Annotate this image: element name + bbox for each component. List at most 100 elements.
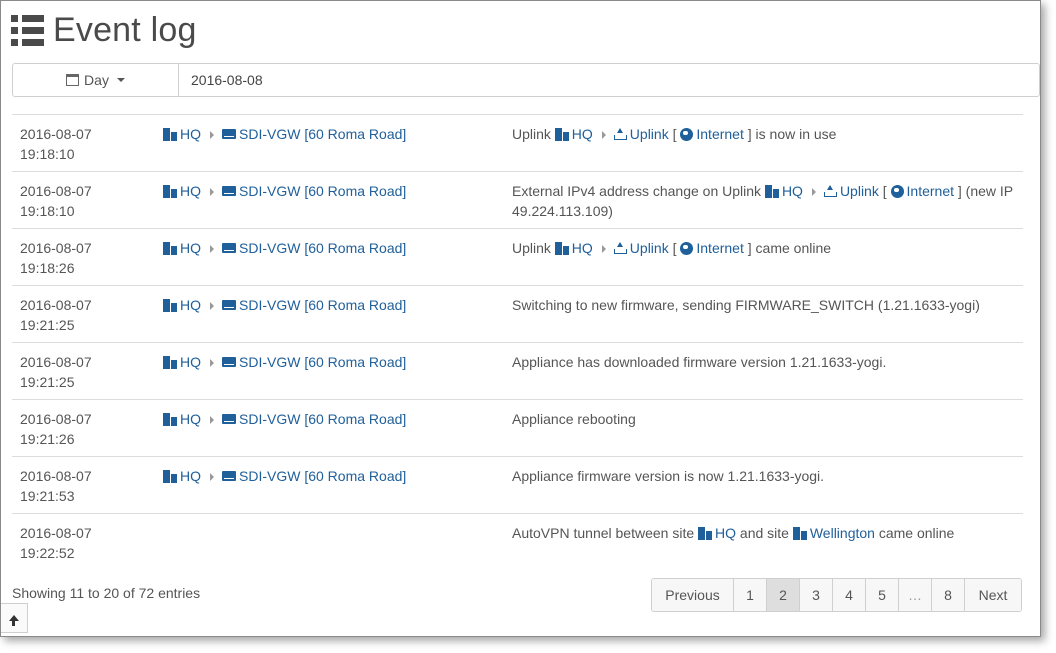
event-description: AutoVPN tunnel between site HQ and site … [512, 523, 1017, 543]
site-link[interactable]: Wellington [792, 525, 875, 541]
event-text: came online [874, 525, 955, 541]
building-icon [764, 185, 779, 198]
device-name: SDI-VGW [60 Roma Road] [239, 411, 407, 427]
event-date: 2016-08-07 [20, 240, 92, 256]
device-link[interactable]: SDI-VGW [60 Roma Road] [222, 468, 406, 484]
event-date: 2016-08-07 [20, 183, 92, 199]
building-icon [554, 128, 569, 141]
event-text: ] is now in use [743, 126, 837, 142]
caret-down-icon [116, 78, 125, 82]
site-link[interactable]: HQ [163, 240, 201, 256]
event-date: 2016-08-07 [20, 354, 92, 370]
site-link[interactable]: HQ [163, 297, 201, 313]
network-label: Internet [906, 183, 954, 199]
event-description: Switching to new firmware, sending FIRMW… [512, 295, 1017, 315]
chevron-right-icon [601, 130, 606, 139]
event-text: Appliance firmware version is now 1.21.1… [512, 468, 825, 484]
device-link[interactable]: SDI-VGW [60 Roma Road] [222, 126, 406, 142]
network-label: Internet [696, 240, 744, 256]
building-icon [163, 185, 177, 198]
event-source: HQ SDI-VGW [60 Roma Road] [163, 181, 406, 201]
event-timestamp: 2016-08-07 19:21:53 [20, 466, 92, 506]
event-text: Uplink [512, 126, 555, 142]
building-icon [163, 413, 177, 426]
page-button-4[interactable]: 4 [833, 579, 866, 611]
page-button-1[interactable]: 1 [734, 579, 767, 611]
site-link[interactable]: HQ [698, 525, 736, 541]
event-time: 19:18:10 [20, 146, 75, 162]
event-date: 2016-08-07 [20, 411, 92, 427]
site-link[interactable]: HQ [163, 354, 201, 370]
site-link[interactable]: HQ [554, 240, 593, 256]
pagination-ellipsis: … [899, 579, 932, 611]
device-name: SDI-VGW [60 Roma Road] [239, 354, 407, 370]
site-name: Wellington [809, 525, 875, 541]
uplink-link[interactable]: Uplink [823, 183, 879, 199]
page-button-2[interactable]: 2 [767, 579, 800, 611]
device-link[interactable]: SDI-VGW [60 Roma Road] [222, 183, 406, 199]
appliance-icon [222, 186, 236, 196]
page-button-5[interactable]: 5 [866, 579, 899, 611]
event-text: [ [878, 183, 891, 199]
event-time: 19:18:10 [20, 203, 75, 219]
network-label: Internet [696, 126, 744, 142]
site-link[interactable]: HQ [163, 183, 201, 199]
upload-icon [823, 185, 837, 197]
appliance-icon [222, 414, 236, 424]
event-time: 19:18:26 [20, 260, 75, 276]
event-description: Uplink HQ Uplink [ Internet ] came online [512, 238, 1017, 258]
site-name: HQ [180, 468, 201, 484]
network-link[interactable]: Internet [890, 183, 954, 199]
page-button-3[interactable]: 3 [800, 579, 833, 611]
previous-page-button[interactable]: Previous [652, 579, 734, 611]
appliance-icon [222, 357, 236, 367]
pagination: Previous 1 2 3 4 5… 8 Next [651, 578, 1022, 612]
device-link[interactable]: SDI-VGW [60 Roma Road] [222, 354, 406, 370]
event-time: 19:21:26 [20, 431, 75, 447]
event-timestamp: 2016-08-07 19:18:10 [20, 124, 92, 164]
globe-icon [680, 242, 694, 255]
table-row: 2016-08-07 19:21:25 HQ SDI-VGW [60 Roma Roa… [12, 343, 1023, 400]
next-page-button[interactable]: Next [965, 579, 1021, 611]
event-description: Appliance has downloaded firmware versio… [512, 352, 1017, 372]
page-button-8[interactable]: 8 [932, 579, 965, 611]
page-header: Event log [11, 11, 197, 49]
site-link[interactable]: HQ [163, 468, 201, 484]
device-link[interactable]: SDI-VGW [60 Roma Road] [222, 411, 406, 427]
building-icon [163, 299, 177, 312]
event-source: HQ SDI-VGW [60 Roma Road] [163, 238, 406, 258]
site-name: HQ [571, 240, 593, 256]
network-link[interactable]: Internet [680, 240, 744, 256]
device-name: SDI-VGW [60 Roma Road] [239, 126, 407, 142]
network-link[interactable]: Internet [680, 126, 744, 142]
event-description: External IPv4 address change on Uplink H… [512, 181, 1017, 221]
period-dropdown-button[interactable]: Day [13, 64, 179, 96]
device-link[interactable]: SDI-VGW [60 Roma Road] [222, 297, 406, 313]
site-link[interactable]: HQ [163, 126, 201, 142]
site-name: HQ [571, 126, 593, 142]
event-table: 2016-08-07 19:18:10 HQ SDI-VGW [60 Roma Roa… [12, 114, 1023, 571]
event-timestamp: 2016-08-07 19:22:52 [20, 523, 92, 563]
uplink-link[interactable]: Uplink [613, 240, 669, 256]
site-link[interactable]: HQ [163, 411, 201, 427]
list-icon [11, 13, 45, 47]
site-link[interactable]: HQ [554, 126, 593, 142]
chevron-right-icon [601, 244, 606, 253]
event-date: 2016-08-07 [20, 297, 92, 313]
site-name: HQ [781, 183, 803, 199]
event-timestamp: 2016-08-07 19:18:26 [20, 238, 92, 278]
event-source: HQ SDI-VGW [60 Roma Road] [163, 352, 406, 372]
scroll-to-top-button[interactable] [1, 603, 28, 633]
event-description: Appliance rebooting [512, 409, 1017, 429]
chevron-right-icon [210, 358, 214, 367]
page-title: Event log [53, 10, 197, 49]
date-input[interactable] [179, 64, 1039, 96]
table-row: 2016-08-07 19:18:10 HQ SDI-VGW [60 Roma Roa… [12, 115, 1023, 172]
device-link[interactable]: SDI-VGW [60 Roma Road] [222, 240, 406, 256]
event-date: 2016-08-07 [20, 525, 92, 541]
chevron-right-icon [210, 187, 214, 196]
appliance-icon [222, 300, 236, 310]
uplink-link[interactable]: Uplink [613, 126, 669, 142]
event-date: 2016-08-07 [20, 126, 92, 142]
site-link[interactable]: HQ [764, 183, 803, 199]
